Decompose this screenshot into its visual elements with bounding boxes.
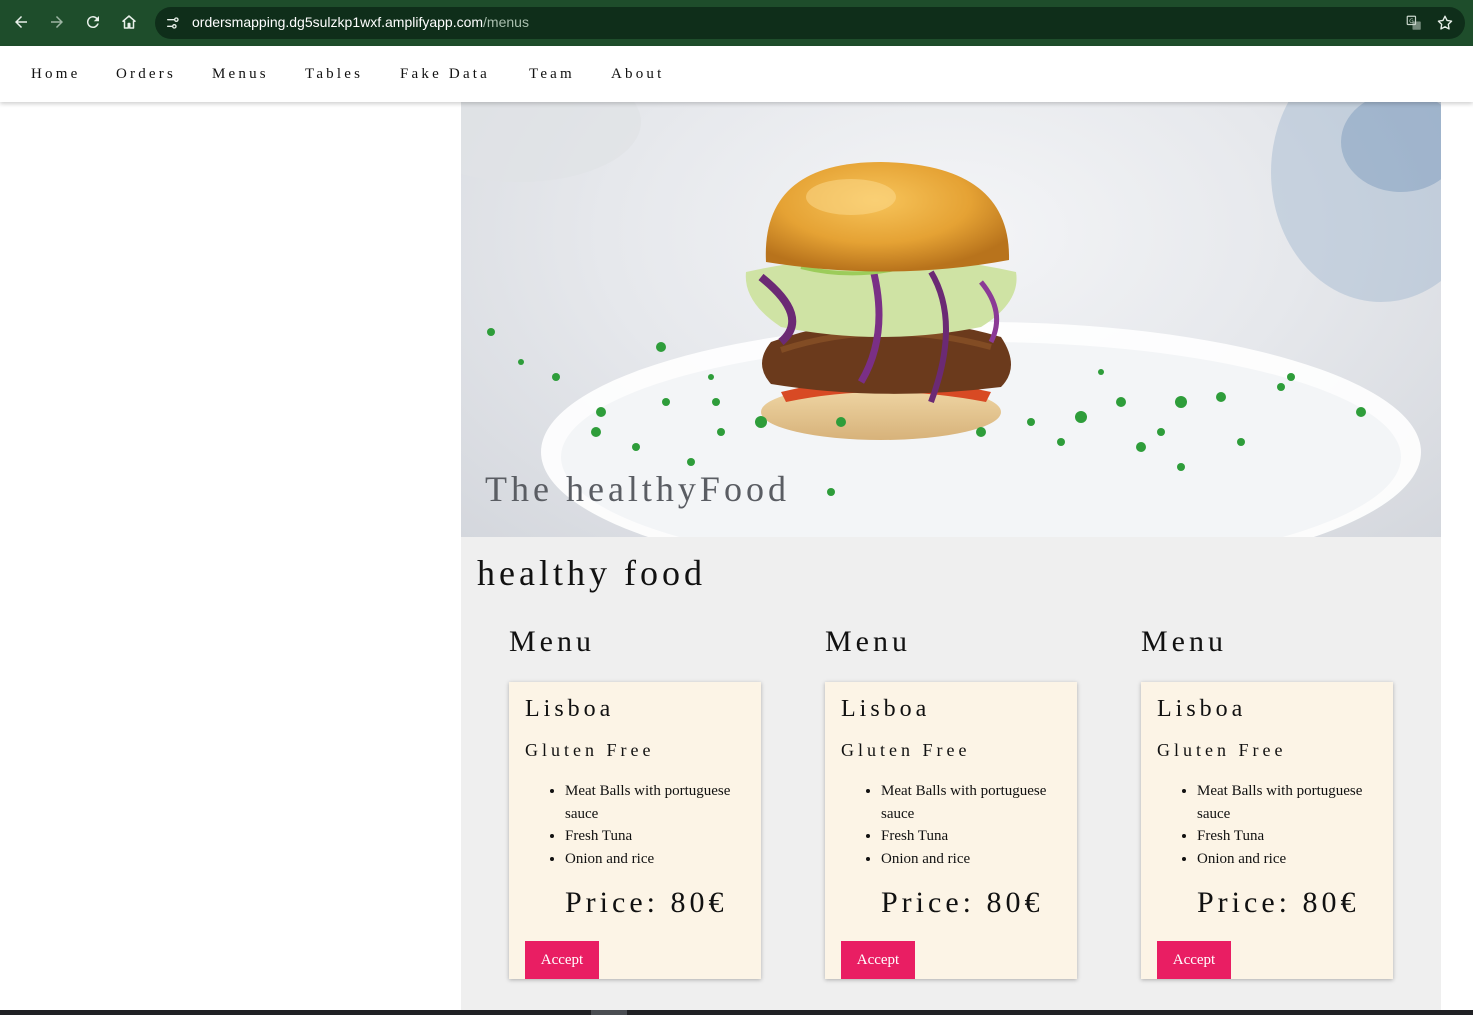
list-item: Fresh Tuna <box>1197 825 1387 848</box>
scrollbar-thumb[interactable] <box>591 1010 627 1015</box>
menu-card-title: Lisboa <box>525 696 615 722</box>
accept-button[interactable]: Accept <box>525 941 599 979</box>
menu-items-list: Meat Balls with portuguese sauce Fresh T… <box>525 780 755 870</box>
list-item: Fresh Tuna <box>881 825 1071 848</box>
list-item: Onion and rice <box>881 848 1071 871</box>
menu-heading: Menu <box>509 625 595 658</box>
nav-item-menus[interactable]: Menus <box>212 66 269 83</box>
menu-column: Menu Lisboa Gluten Free Meat Balls with … <box>825 622 1077 979</box>
url-path: /menus <box>483 14 529 30</box>
accept-button[interactable]: Accept <box>1157 941 1231 979</box>
svg-text:G: G <box>1409 18 1414 25</box>
nav-item-orders[interactable]: Orders <box>116 66 176 83</box>
browser-toolbar: ordersmapping.dg5sulzkp1wxf.amplifyapp.c… <box>0 0 1473 46</box>
menu-heading: Menu <box>1141 625 1227 658</box>
menu-price: Price: 80€ <box>565 886 728 919</box>
list-item: Meat Balls with portuguese sauce <box>1197 780 1387 825</box>
nav-item-team[interactable]: Team <box>529 66 575 83</box>
list-item: Fresh Tuna <box>565 825 755 848</box>
menu-card-title: Lisboa <box>841 696 931 722</box>
menu-column: Menu Lisboa Gluten Free Meat Balls with … <box>509 622 761 979</box>
menu-card-subtitle: Gluten Free <box>525 740 655 760</box>
main-content: The healthyFood healthy food Menu Lisboa… <box>461 102 1441 1015</box>
hero-caption: The healthyFood <box>485 469 790 509</box>
bottom-scrollbar[interactable] <box>0 1010 1473 1015</box>
nav-item-tables[interactable]: Tables <box>305 66 363 83</box>
site-navbar: Home Orders Menus Tables Fake Data Team … <box>0 46 1473 102</box>
home-icon[interactable] <box>115 8 143 36</box>
list-item: Meat Balls with portuguese sauce <box>881 780 1071 825</box>
nav-item-home[interactable]: Home <box>31 66 80 83</box>
menu-items-list: Meat Balls with portuguese sauce Fresh T… <box>1157 780 1387 870</box>
menu-card-title: Lisboa <box>1157 696 1247 722</box>
section-title: healthy food <box>477 553 706 593</box>
menu-card: Lisboa Gluten Free Meat Balls with portu… <box>825 682 1077 979</box>
menu-column: Menu Lisboa Gluten Free Meat Balls with … <box>1141 622 1393 979</box>
site-info-icon[interactable] <box>164 14 182 32</box>
star-icon[interactable] <box>1435 13 1455 33</box>
nav-item-about[interactable]: About <box>611 66 665 83</box>
menu-price: Price: 80€ <box>1197 886 1360 919</box>
menu-card-subtitle: Gluten Free <box>841 740 971 760</box>
url-host: ordersmapping.dg5sulzkp1wxf.amplifyapp.c… <box>192 14 484 30</box>
menu-heading: Menu <box>825 625 911 658</box>
forward-icon[interactable] <box>43 8 71 36</box>
menu-card-subtitle: Gluten Free <box>1157 740 1287 760</box>
address-bar[interactable]: ordersmapping.dg5sulzkp1wxf.amplifyapp.c… <box>155 7 1465 39</box>
nav-item-fake-data[interactable]: Fake Data <box>400 66 490 83</box>
list-item: Onion and rice <box>565 848 755 871</box>
url-text: ordersmapping.dg5sulzkp1wxf.amplifyapp.c… <box>192 14 529 30</box>
back-icon[interactable] <box>7 8 35 36</box>
menu-card: Lisboa Gluten Free Meat Balls with portu… <box>1141 682 1393 979</box>
menu-price: Price: 80€ <box>881 886 1044 919</box>
accept-button[interactable]: Accept <box>841 941 915 979</box>
menu-card: Lisboa Gluten Free Meat Balls with portu… <box>509 682 761 979</box>
reload-icon[interactable] <box>79 8 107 36</box>
menu-items-list: Meat Balls with portuguese sauce Fresh T… <box>841 780 1071 870</box>
list-item: Meat Balls with portuguese sauce <box>565 780 755 825</box>
list-item: Onion and rice <box>1197 848 1387 871</box>
hero-image: The healthyFood <box>461 102 1441 537</box>
translate-icon[interactable]: G <box>1404 13 1424 33</box>
